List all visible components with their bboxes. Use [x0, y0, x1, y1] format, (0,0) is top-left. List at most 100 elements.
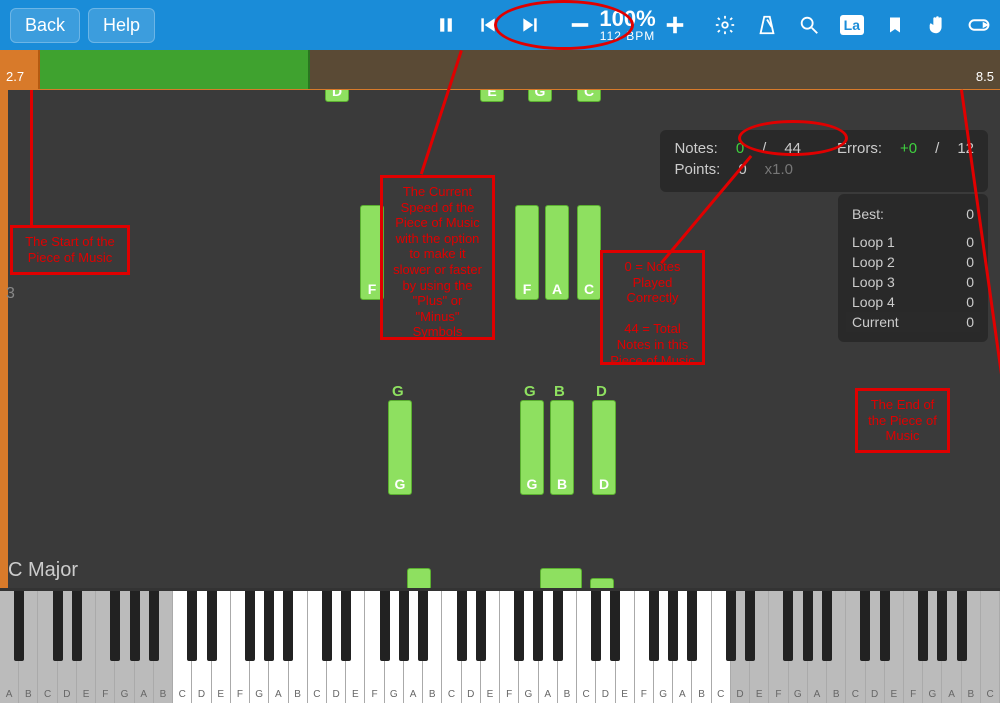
- key-letter: F: [641, 689, 647, 700]
- key-letter: C: [852, 689, 859, 700]
- white-key[interactable]: G: [385, 591, 404, 703]
- key-letter: A: [544, 689, 551, 700]
- white-key[interactable]: B: [289, 591, 308, 703]
- white-key[interactable]: B: [962, 591, 981, 703]
- key-letter: B: [25, 689, 32, 700]
- white-key[interactable]: D: [731, 591, 750, 703]
- white-key[interactable]: E: [212, 591, 231, 703]
- best-row: Best: 0: [852, 204, 974, 224]
- gear-icon[interactable]: [714, 14, 736, 36]
- hand-icon[interactable]: [926, 14, 948, 36]
- white-key[interactable]: C: [577, 591, 596, 703]
- white-key[interactable]: D: [192, 591, 211, 703]
- search-icon[interactable]: [798, 14, 820, 36]
- falling-note: [407, 568, 431, 588]
- key-letter: D: [871, 689, 878, 700]
- falling-note: E: [480, 90, 504, 102]
- white-key[interactable]: G: [923, 591, 942, 703]
- white-key[interactable]: C: [442, 591, 461, 703]
- white-key[interactable]: B: [423, 591, 442, 703]
- white-key[interactable]: G: [115, 591, 134, 703]
- white-key[interactable]: E: [885, 591, 904, 703]
- pause-icon[interactable]: [435, 14, 457, 36]
- loop-label: Current: [852, 314, 899, 330]
- white-key[interactable]: B: [827, 591, 846, 703]
- white-key[interactable]: F: [231, 591, 250, 703]
- note-roll[interactable]: D E G C 3 F F A C G G B D G G B D C Majo…: [0, 90, 1000, 588]
- key-letter: B: [160, 689, 167, 700]
- white-key[interactable]: A: [673, 591, 692, 703]
- key-letter: C: [583, 689, 590, 700]
- white-key[interactable]: A: [404, 591, 423, 703]
- white-key[interactable]: G: [654, 591, 673, 703]
- white-key[interactable]: C: [308, 591, 327, 703]
- white-key[interactable]: B: [19, 591, 38, 703]
- white-key[interactable]: D: [596, 591, 615, 703]
- loop-row: Loop 10: [852, 232, 974, 252]
- white-key[interactable]: C: [173, 591, 192, 703]
- white-key[interactable]: D: [866, 591, 885, 703]
- white-key[interactable]: C: [846, 591, 865, 703]
- white-key[interactable]: F: [500, 591, 519, 703]
- loop-label: Loop 1: [852, 234, 895, 250]
- white-key[interactable]: D: [327, 591, 346, 703]
- notation-toggle[interactable]: La: [840, 15, 864, 35]
- white-key[interactable]: D: [58, 591, 77, 703]
- bookmark-icon[interactable]: [884, 14, 906, 36]
- white-key[interactable]: A: [539, 591, 558, 703]
- back-button[interactable]: Back: [10, 8, 80, 43]
- loop-icon[interactable]: [968, 14, 990, 36]
- white-key[interactable]: C: [981, 591, 1000, 703]
- white-key[interactable]: G: [789, 591, 808, 703]
- white-key[interactable]: G: [250, 591, 269, 703]
- annotation-notes: 0 = Notes Played Correctly 44 = Total No…: [600, 250, 705, 365]
- progress-bar[interactable]: 2.7 8.5: [0, 50, 1000, 90]
- white-key[interactable]: E: [346, 591, 365, 703]
- key-letter: E: [487, 689, 494, 700]
- key-letter: D: [332, 689, 339, 700]
- white-key[interactable]: C: [712, 591, 731, 703]
- white-key[interactable]: B: [692, 591, 711, 703]
- white-key[interactable]: E: [481, 591, 500, 703]
- falling-note: G: [388, 400, 412, 495]
- key-letter: G: [390, 689, 398, 700]
- key-letter: A: [948, 689, 955, 700]
- annotation-end: The End of the Piece of Music: [855, 388, 950, 453]
- white-key[interactable]: B: [558, 591, 577, 703]
- white-key[interactable]: C: [38, 591, 57, 703]
- key-letter: B: [967, 689, 974, 700]
- key-letter: G: [794, 689, 802, 700]
- key-letter: E: [83, 689, 90, 700]
- white-key[interactable]: F: [769, 591, 788, 703]
- notes-label: Notes:: [674, 140, 717, 157]
- end-time-label: 8.5: [976, 69, 994, 84]
- key-letter: B: [833, 689, 840, 700]
- white-key[interactable]: A: [942, 591, 961, 703]
- white-key[interactable]: A: [269, 591, 288, 703]
- white-key[interactable]: F: [96, 591, 115, 703]
- white-key[interactable]: D: [462, 591, 481, 703]
- annotation-speed: The Current Speed of the Piece of Music …: [380, 175, 495, 340]
- white-key[interactable]: F: [635, 591, 654, 703]
- metronome-icon[interactable]: [756, 14, 778, 36]
- white-key[interactable]: E: [616, 591, 635, 703]
- key-letter: B: [564, 689, 571, 700]
- white-key[interactable]: A: [808, 591, 827, 703]
- falling-note: D: [325, 90, 349, 102]
- white-key[interactable]: F: [904, 591, 923, 703]
- white-key[interactable]: B: [154, 591, 173, 703]
- tempo-plus-icon[interactable]: [664, 14, 686, 36]
- annotation-circle-notes: [738, 120, 848, 156]
- white-key[interactable]: A: [0, 591, 19, 703]
- help-button[interactable]: Help: [88, 8, 155, 43]
- falling-note: G: [520, 400, 544, 495]
- key-letter: D: [467, 689, 474, 700]
- key-letter: D: [602, 689, 609, 700]
- white-key[interactable]: F: [365, 591, 384, 703]
- white-key[interactable]: G: [519, 591, 538, 703]
- white-key[interactable]: E: [77, 591, 96, 703]
- piano-keyboard[interactable]: ABCDEFGABCDEFGABCDEFGABCDEFGABCDEFGABCDE…: [0, 588, 1000, 703]
- bar-number: 3: [6, 285, 15, 303]
- white-key[interactable]: A: [135, 591, 154, 703]
- white-key[interactable]: E: [750, 591, 769, 703]
